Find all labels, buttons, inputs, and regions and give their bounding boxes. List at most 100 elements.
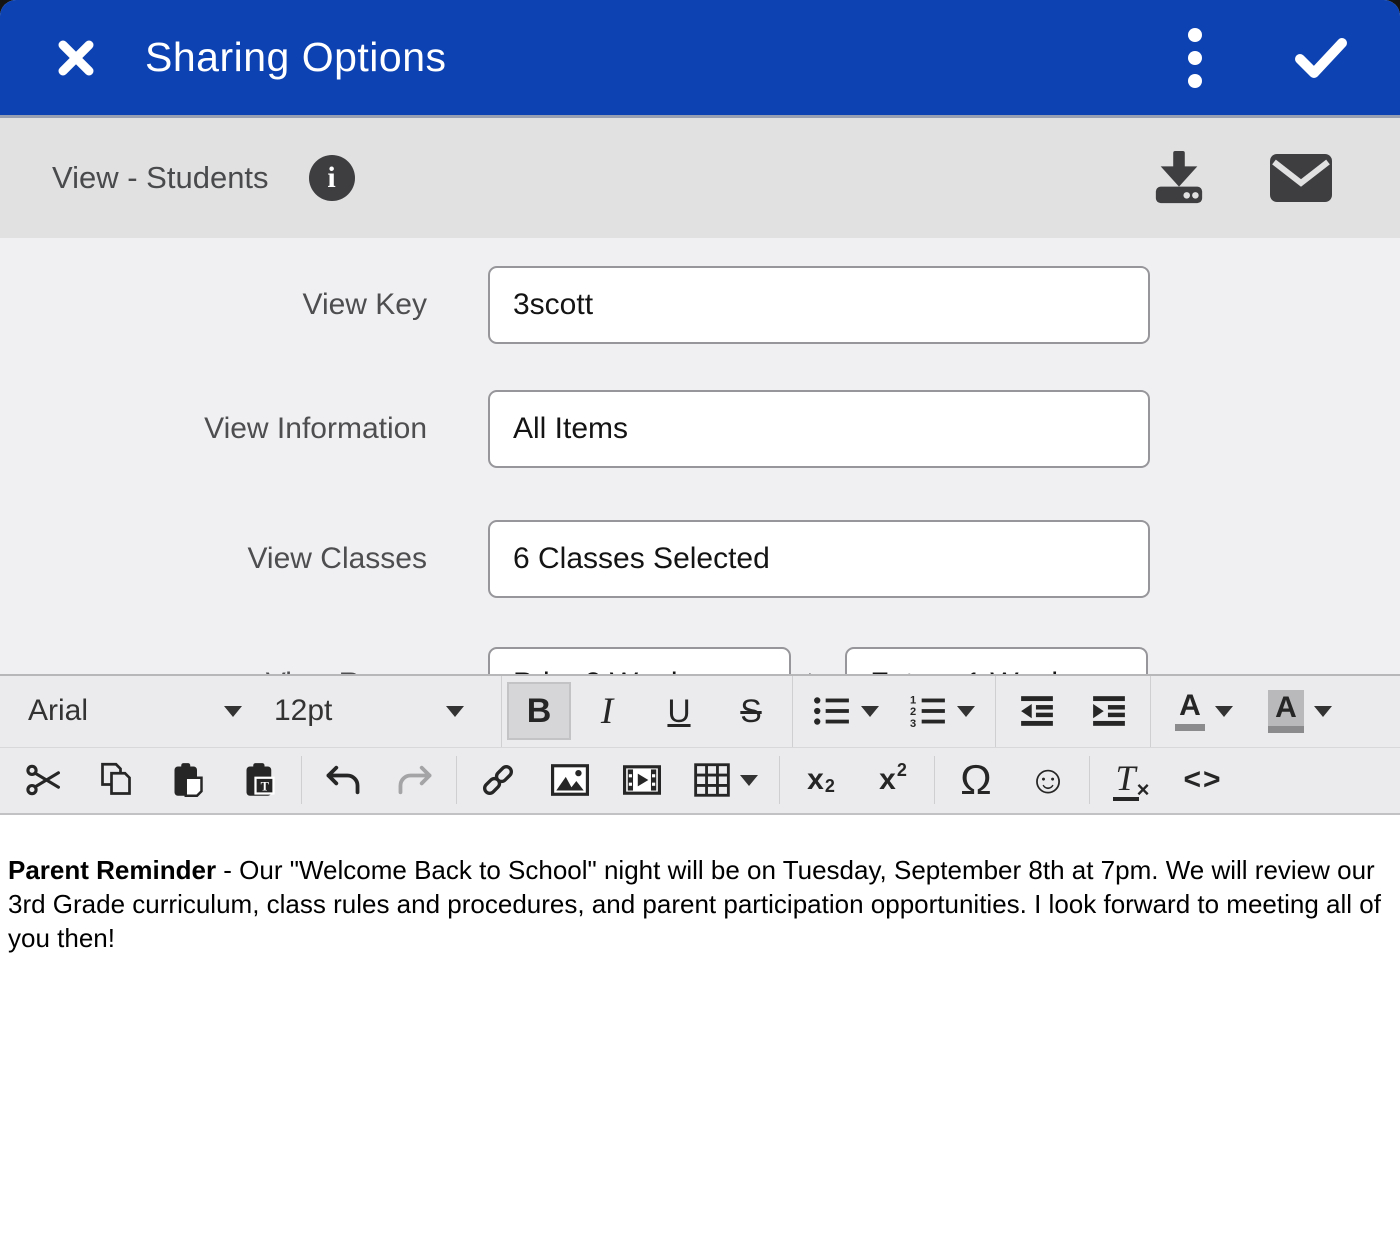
view-range-to-select[interactable]: Future 1 Week (845, 647, 1148, 674)
smiley-icon: ☺ (1028, 760, 1069, 800)
copy-button[interactable] (80, 751, 152, 809)
info-icon: i (327, 163, 335, 193)
view-range-label: View Range (0, 667, 427, 674)
close-button[interactable] (55, 37, 97, 79)
toolbar-separator (1150, 676, 1151, 747)
clear-formatting-button[interactable]: T× (1095, 751, 1167, 809)
superscript-icon: x2 (879, 765, 907, 795)
more-options-button[interactable] (1188, 28, 1202, 88)
outdent-button[interactable] (1001, 682, 1073, 740)
redo-icon (396, 764, 434, 796)
note-editor-content[interactable]: Parent Reminder - Our "Welcome Back to S… (0, 815, 1400, 1260)
toolbar-separator (501, 676, 502, 747)
sharing-form: View Key 3scott View Information All Ite… (0, 238, 1400, 674)
view-information-row: View Information All Items (0, 390, 1400, 468)
sharing-options-dialog: Sharing Options View - Students i (0, 0, 1400, 1260)
paste-as-text-button[interactable]: T (224, 751, 296, 809)
svg-text:1: 1 (910, 695, 916, 707)
cut-button[interactable] (8, 751, 80, 809)
font-family-value: Arial (28, 694, 88, 728)
view-key-row: View Key 3scott (0, 266, 1400, 344)
text-color-icon: A (1175, 691, 1205, 731)
confirm-button[interactable] (1294, 37, 1348, 79)
code-icon: <> (1183, 763, 1222, 797)
toolbar-separator (779, 756, 780, 804)
chevron-down-icon (1215, 706, 1233, 717)
paste-text-icon: T (242, 762, 278, 798)
toolbar-separator (301, 756, 302, 804)
view-name: View - Students (52, 160, 269, 196)
image-icon (551, 764, 589, 796)
chevron-down-icon (1314, 706, 1332, 717)
toolbar-separator (456, 756, 457, 804)
email-button[interactable] (1270, 154, 1332, 202)
italic-button[interactable]: I (571, 682, 643, 740)
chevron-down-icon (224, 706, 242, 717)
svg-text:T: T (261, 780, 270, 794)
source-code-button[interactable]: <> (1167, 751, 1239, 809)
text-color-button[interactable]: A (1156, 682, 1252, 740)
superscript-button[interactable]: x2 (857, 751, 929, 809)
view-classes-row: View Classes 6 Classes Selected (0, 520, 1400, 598)
insert-image-button[interactable] (534, 751, 606, 809)
bullet-list-button[interactable] (798, 682, 894, 740)
underline-button[interactable]: U (643, 682, 715, 740)
paste-button[interactable] (152, 751, 224, 809)
numbered-list-icon: 123 (909, 694, 947, 728)
envelope-icon (1270, 154, 1332, 202)
view-classes-select[interactable]: 6 Classes Selected (488, 520, 1150, 598)
insert-table-button[interactable] (678, 751, 774, 809)
subscript-icon: x2 (807, 765, 835, 795)
clear-formatting-icon: T× (1113, 760, 1150, 801)
kebab-icon (1188, 28, 1202, 88)
view-info-bar: View - Students i (0, 115, 1400, 238)
font-size-value: 12pt (274, 694, 332, 728)
scissors-icon (26, 763, 62, 797)
toolbar-separator (792, 676, 793, 747)
note-paragraph: Parent Reminder - Our "Welcome Back to S… (8, 853, 1390, 955)
svg-text:3: 3 (910, 718, 916, 728)
special-character-button[interactable]: Ω (940, 751, 1012, 809)
font-size-select[interactable]: 12pt (274, 694, 464, 728)
numbered-list-button[interactable]: 123 (894, 682, 990, 740)
underline-icon: U (667, 693, 690, 730)
copy-icon (98, 762, 134, 798)
view-range-from-select[interactable]: Prior 2 Weeks (488, 647, 791, 674)
insert-link-button[interactable] (462, 751, 534, 809)
emoticon-button[interactable]: ☺ (1012, 751, 1084, 809)
link-icon (479, 761, 517, 799)
table-icon (694, 763, 730, 797)
undo-button[interactable] (307, 751, 379, 809)
view-key-label: View Key (0, 288, 427, 322)
toolbar-separator (1089, 756, 1090, 804)
view-information-select[interactable]: All Items (488, 390, 1150, 468)
chevron-down-icon (446, 706, 464, 717)
close-icon (55, 37, 97, 79)
download-button[interactable] (1148, 151, 1210, 205)
svg-text:2: 2 (910, 706, 916, 718)
highlight-color-icon: A (1268, 690, 1304, 733)
chevron-down-icon (740, 775, 758, 786)
view-key-input[interactable]: 3scott (488, 266, 1150, 344)
media-icon (623, 765, 661, 795)
dialog-header: Sharing Options (0, 0, 1400, 115)
info-button[interactable]: i (309, 155, 355, 201)
view-information-label: View Information (0, 412, 427, 446)
bold-button[interactable]: B (507, 682, 571, 740)
download-icon (1148, 151, 1210, 205)
dialog-title: Sharing Options (145, 34, 447, 81)
indent-button[interactable] (1073, 682, 1145, 740)
subscript-button[interactable]: x2 (785, 751, 857, 809)
redo-button[interactable] (379, 751, 451, 809)
editor-toolbar-format: Arial 12pt B I U S 123 (0, 674, 1400, 747)
strikethrough-button[interactable]: S (715, 682, 787, 740)
paste-icon (170, 762, 206, 798)
toolbar-separator (934, 756, 935, 804)
highlight-color-button[interactable]: A (1252, 682, 1348, 740)
font-family-select[interactable]: Arial (28, 694, 242, 728)
insert-media-button[interactable] (606, 751, 678, 809)
omega-icon: Ω (960, 759, 991, 801)
toolbar-separator (995, 676, 996, 747)
note-bold-lead: Parent Reminder (8, 855, 216, 885)
indent-icon (1091, 695, 1127, 727)
